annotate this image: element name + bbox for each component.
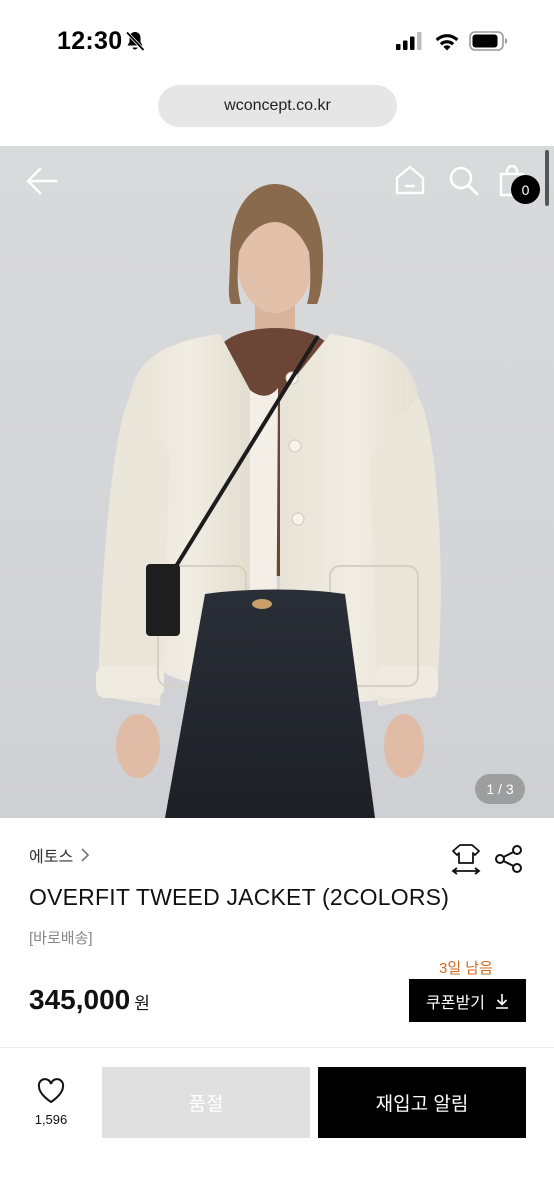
- wifi-icon: [435, 34, 459, 51]
- cart-count-badge[interactable]: 0: [511, 175, 540, 204]
- product-title: OVERFIT TWEED JACKET (2COLORS): [29, 884, 450, 910]
- search-icon[interactable]: [447, 164, 481, 198]
- wishlist-count: 1,596: [34, 1112, 68, 1127]
- product-image-gallery[interactable]: 1 / 3: [0, 146, 554, 818]
- price: 345,000 원: [29, 984, 150, 1016]
- price-value: 345,000: [29, 984, 131, 1015]
- coupon-days-left: 3일 남음: [439, 960, 493, 977]
- coupon-download-button[interactable]: 쿠폰받기: [409, 979, 526, 1022]
- size-guide-icon[interactable]: [451, 843, 481, 875]
- home-icon[interactable]: [393, 164, 427, 196]
- bell-slash-icon: [125, 31, 145, 52]
- share-icon[interactable]: [494, 844, 524, 874]
- product-photo: [96, 184, 441, 818]
- chevron-right-icon: [81, 848, 90, 862]
- restock-alert-button[interactable]: 재입고 알림: [318, 1067, 526, 1138]
- brand-name: 에토스: [29, 849, 74, 866]
- status-bar: 12:30: [0, 0, 554, 78]
- gallery-page-indicator: 1 / 3: [475, 774, 525, 804]
- scrollbar-thumb[interactable]: [545, 150, 549, 206]
- back-arrow-icon[interactable]: [24, 166, 60, 196]
- price-unit: 원: [134, 994, 150, 1013]
- download-icon: [495, 993, 508, 1009]
- divider: [0, 1047, 554, 1048]
- status-time: 12:30: [57, 27, 123, 55]
- brand-link[interactable]: 에토스: [29, 843, 91, 867]
- signal-icon: [396, 32, 422, 50]
- coupon-button-label: 쿠폰받기: [426, 994, 485, 1012]
- soldout-button: 품절: [102, 1067, 310, 1138]
- address-bar[interactable]: wconcept.co.kr: [158, 85, 397, 127]
- battery-icon: [469, 31, 508, 51]
- url-text: wconcept.co.kr: [224, 97, 331, 114]
- heart-icon: [37, 1078, 65, 1104]
- wishlist-button[interactable]: 1,596: [24, 1078, 78, 1132]
- delivery-tag: [바로배송]: [29, 930, 93, 947]
